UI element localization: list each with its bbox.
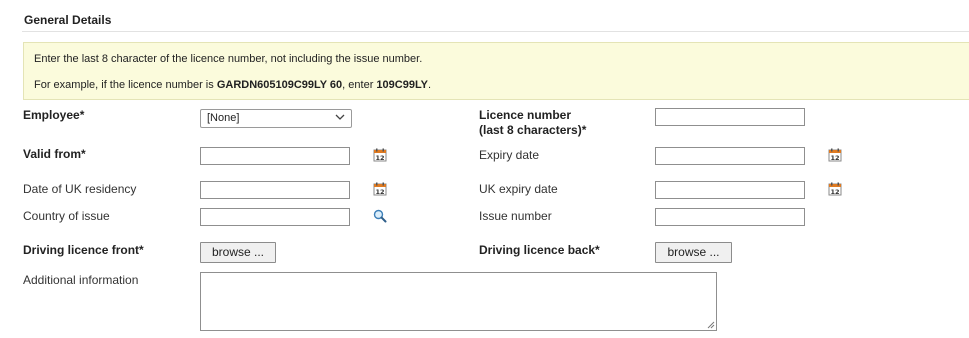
uk-expiry-input[interactable] [655,181,805,199]
chevron-down-icon [335,114,345,120]
info-example-prefix: For example, if the licence number is [34,79,217,91]
uk-residency-label: Date of UK residency [23,182,137,196]
uk-expiry-label: UK expiry date [479,182,558,196]
info-example-answer: 109C99LY [376,79,429,91]
svg-text:12: 12 [830,154,839,162]
issue-number-label: Issue number [479,209,552,223]
expiry-date-label: Expiry date [479,148,540,162]
employee-label: Employee* [23,108,85,122]
country-of-issue-input[interactable] [200,208,350,226]
licence-number-input[interactable] [655,108,805,126]
svg-text:12: 12 [830,188,839,196]
calendar-icon[interactable]: 12 [373,148,387,162]
info-line-1: Enter the last 8 character of the licenc… [34,53,423,65]
expiry-date-input[interactable] [655,147,805,165]
licence-number-label-line1: Licence number [479,108,572,122]
calendar-icon[interactable]: 12 [373,182,387,196]
employee-select[interactable]: [None] [200,109,352,128]
additional-info-label: Additional information [23,273,139,287]
section-title: General Details [24,13,112,27]
search-icon[interactable] [373,209,387,223]
calendar-icon[interactable]: 12 [828,182,842,196]
info-box: Enter the last 8 character of the licenc… [23,42,969,100]
info-example-suffix: . [428,79,432,91]
uk-residency-input[interactable] [200,181,350,199]
employee-select-value: [None] [207,112,240,124]
country-of-issue-label: Country of issue [23,209,110,223]
valid-from-input[interactable] [200,147,350,165]
licence-front-browse-button[interactable]: browse ... [200,242,276,263]
licence-back-browse-button[interactable]: browse ... [655,242,732,263]
section-divider [22,31,969,32]
calendar-icon[interactable]: 12 [828,148,842,162]
svg-text:12: 12 [375,154,384,162]
info-line-2: For example, if the licence number is GA… [34,79,431,91]
info-example-licence: GARDN605109C99LY 60 [216,79,343,91]
licence-front-label: Driving licence front* [23,243,144,257]
additional-info-textarea[interactable] [200,272,717,331]
issue-number-input[interactable] [655,208,805,226]
licence-number-label-line2: (last 8 characters)* [479,123,587,137]
resize-grip-icon[interactable] [707,321,715,329]
licence-back-label: Driving licence back* [479,243,600,257]
info-example-middle: , enter [342,79,377,91]
svg-text:12: 12 [375,188,384,196]
valid-from-label: Valid from* [23,147,86,161]
